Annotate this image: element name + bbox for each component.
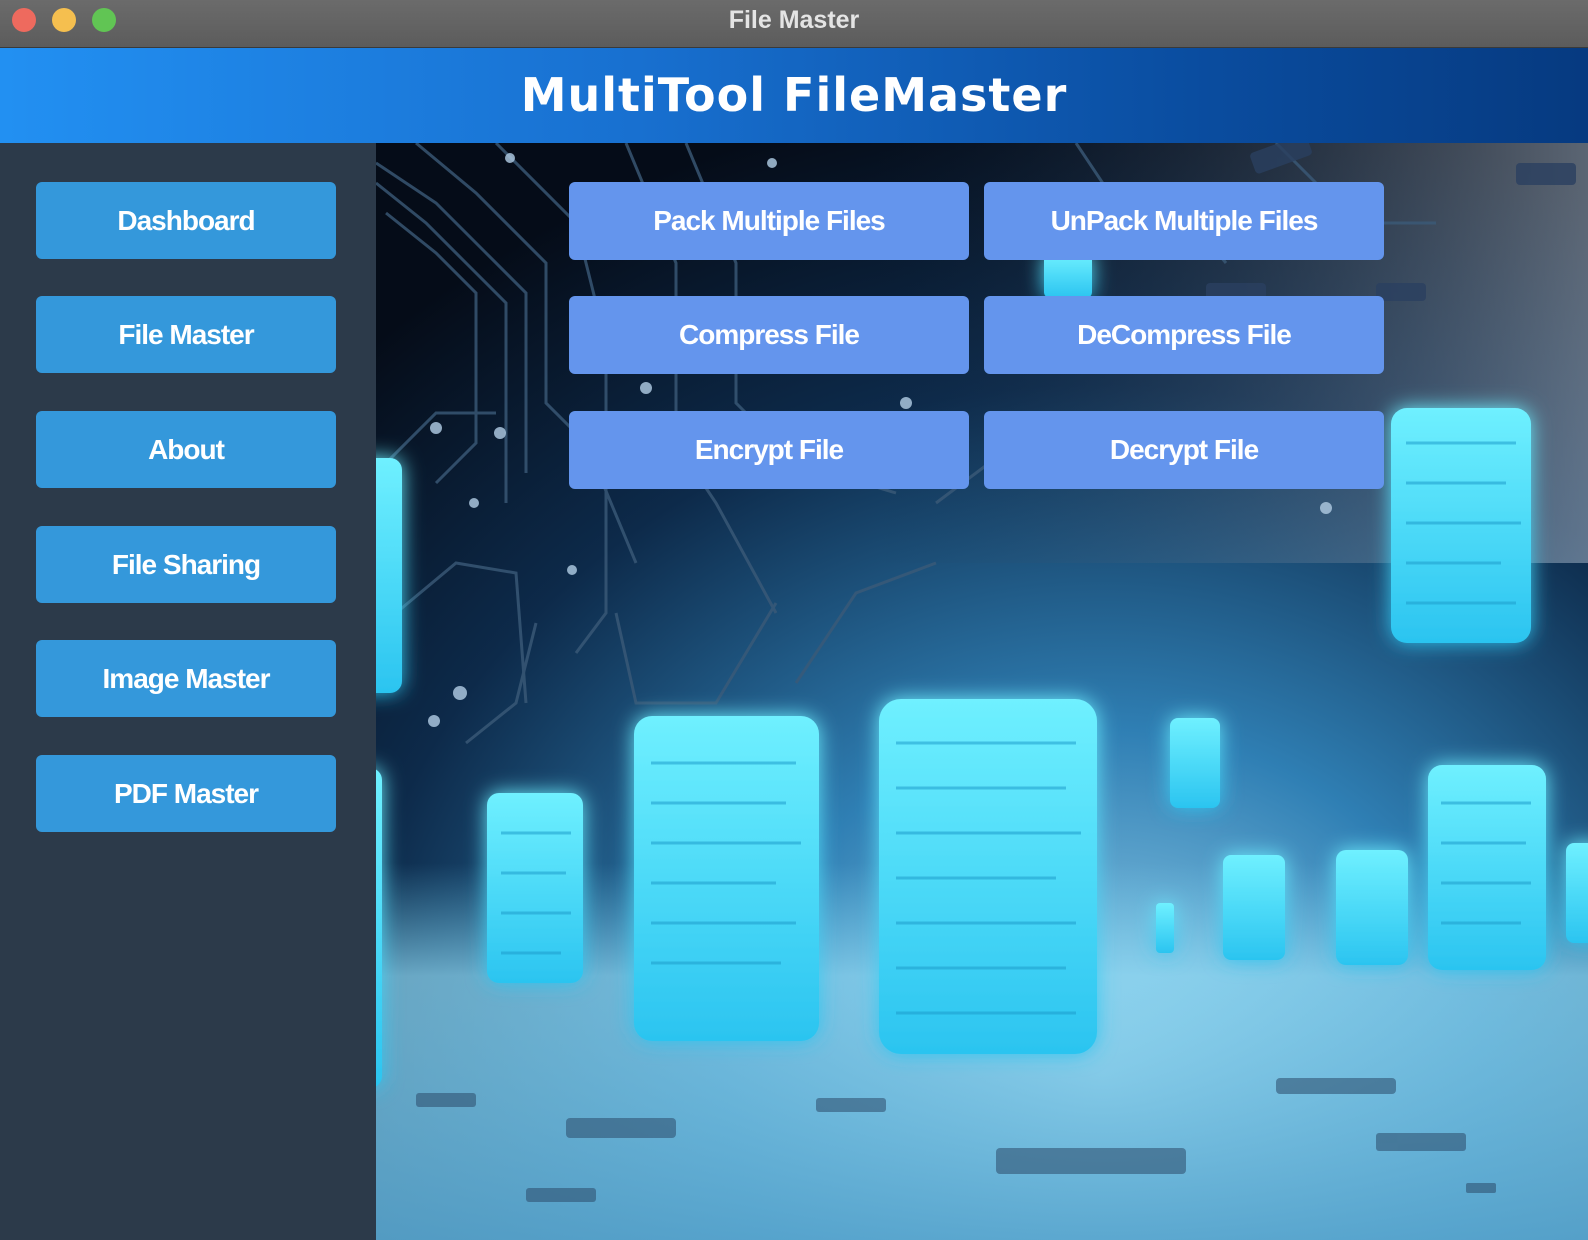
- app-title: MultiTool FileMaster: [520, 68, 1068, 122]
- sidebar-item-about[interactable]: About: [36, 411, 336, 488]
- unpack-multiple-files-button[interactable]: UnPack Multiple Files: [984, 182, 1384, 260]
- app-window: File Master MultiTool FileMaster Dashboa…: [0, 0, 1588, 1240]
- decompress-file-button[interactable]: DeCompress File: [984, 296, 1384, 374]
- app-header: MultiTool FileMaster: [0, 48, 1588, 143]
- sidebar-item-file-sharing[interactable]: File Sharing: [36, 526, 336, 603]
- encrypt-file-button[interactable]: Encrypt File: [569, 411, 969, 489]
- sidebar-item-file-master[interactable]: File Master: [36, 296, 336, 373]
- compress-file-button[interactable]: Compress File: [569, 296, 969, 374]
- sidebar-item-pdf-master[interactable]: PDF Master: [36, 755, 336, 832]
- title-bar[interactable]: File Master: [0, 0, 1588, 48]
- decrypt-file-button[interactable]: Decrypt File: [984, 411, 1384, 489]
- window-title: File Master: [728, 6, 860, 34]
- sidebar: Dashboard File Master About File Sharing…: [0, 143, 376, 1240]
- pack-multiple-files-button[interactable]: Pack Multiple Files: [569, 182, 969, 260]
- main-content: Pack Multiple Files UnPack Multiple File…: [376, 143, 1588, 1240]
- background-illustration: [376, 143, 1588, 1240]
- sidebar-item-image-master[interactable]: Image Master: [36, 640, 336, 717]
- sidebar-item-dashboard[interactable]: Dashboard: [36, 182, 336, 259]
